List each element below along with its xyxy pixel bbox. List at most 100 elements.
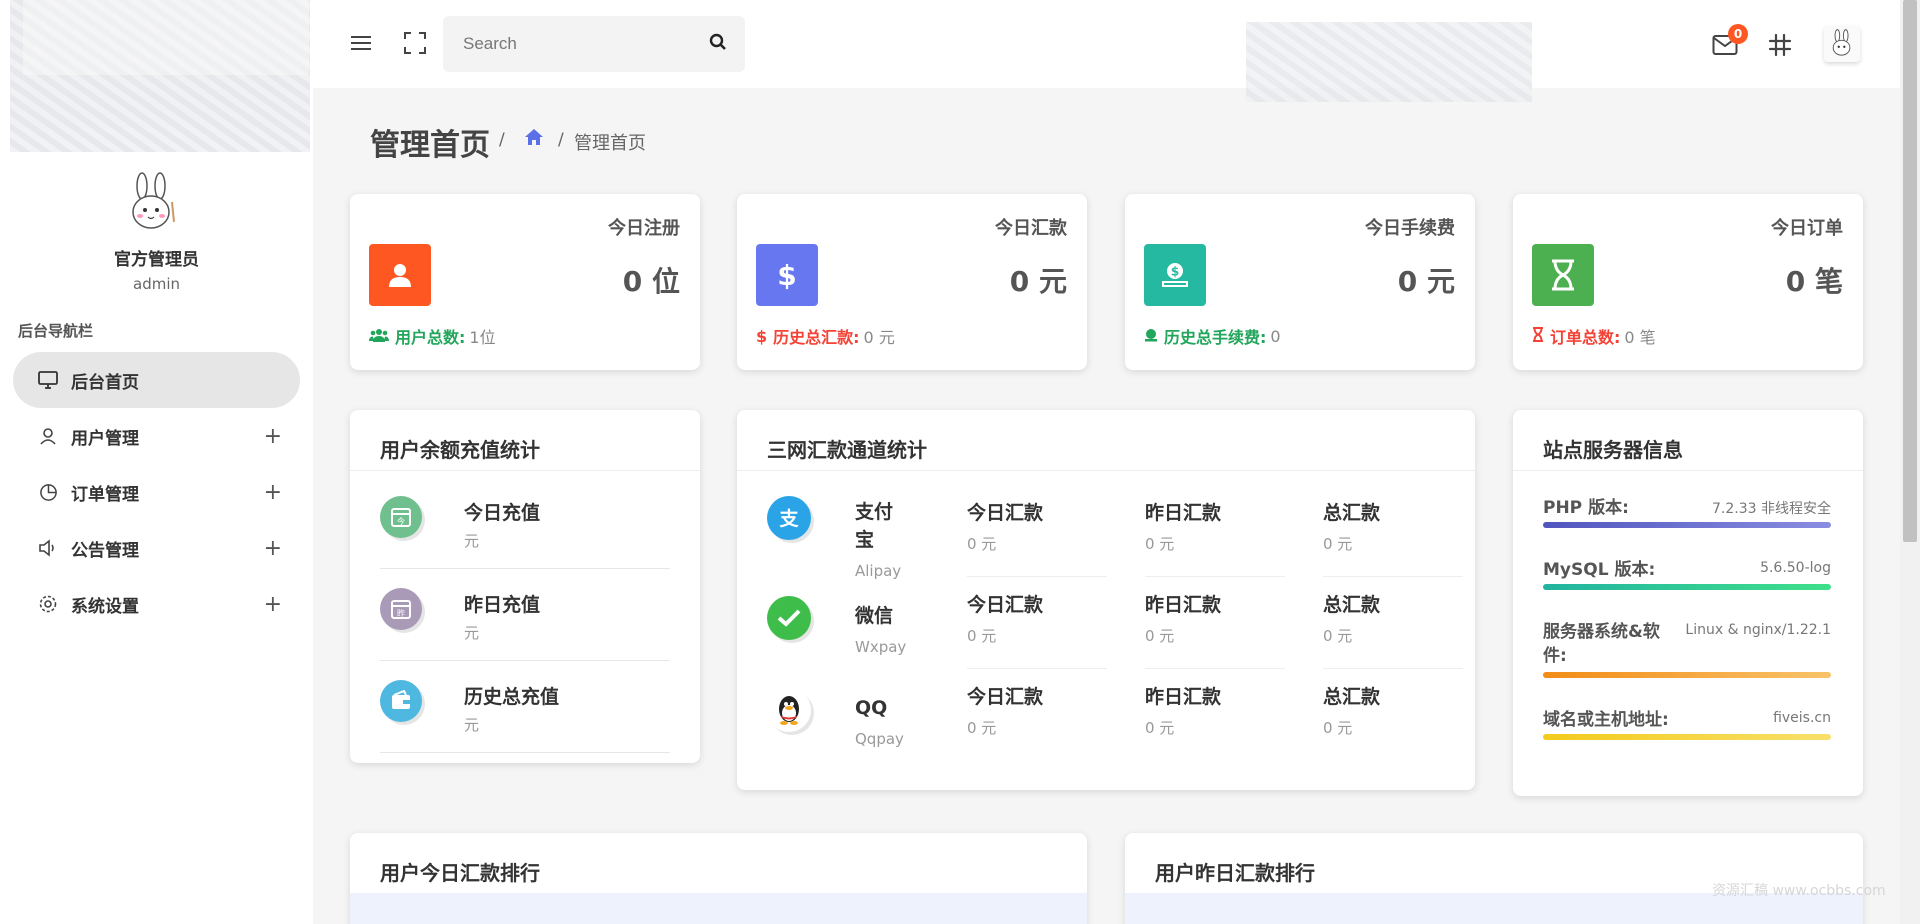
stat-footer: $ 历史总汇款: 0 元	[756, 324, 895, 348]
qq-penguin-icon	[767, 688, 811, 732]
sidebar-item-label: 公告管理	[71, 540, 139, 561]
stat-value: 0 元	[1145, 535, 1175, 553]
scrollbar-thumb[interactable]	[1903, 0, 1917, 542]
page-title: 管理首页	[370, 128, 490, 163]
sidebar-item-announcements[interactable]: 公告管理 +	[13, 520, 300, 576]
speaker-icon	[37, 537, 59, 559]
calendar-badge: 昨	[397, 608, 405, 618]
stat-footer: 订单总数: 0 笔	[1532, 324, 1656, 348]
stat-today: 今日汇款 0 元	[967, 682, 1107, 738]
search-icon[interactable]	[709, 33, 727, 55]
avatar[interactable]	[120, 172, 184, 236]
recharge-unit: 元	[464, 532, 480, 550]
topbar-pattern	[1246, 22, 1532, 102]
stat-value: 0 元	[967, 627, 997, 645]
divider	[737, 470, 1475, 471]
stat-card-registrations: 今日注册 0 位 用户总数: 1位	[350, 194, 700, 370]
stat-label: 总汇款	[1323, 502, 1381, 524]
recharge-panel: 用户余额充值统计 今 今日充值 元 昨 昨日充值 元 历史总充值 元	[350, 410, 700, 763]
sidebar-item-label: 后台首页	[71, 372, 139, 393]
stat-title: 今日汇款	[995, 218, 1067, 239]
divider	[1513, 470, 1863, 471]
sidebar-header-pattern	[10, 0, 310, 152]
stat-value: 0 元	[1397, 265, 1455, 298]
progress-bar	[1543, 584, 1831, 590]
stat-label: 昨日汇款	[1145, 686, 1222, 708]
channels-panel: 三网汇款通道统计 支 支付宝 Alipay 今日汇款 0 元 昨日汇款 0 元 总汇…	[737, 410, 1475, 790]
ranking-yesterday-panel: 用户昨日汇款排行	[1125, 833, 1863, 924]
panel-title: 用户今日汇款排行	[380, 861, 540, 885]
server-value: 7.2.33 非线程安全	[1712, 501, 1831, 517]
stat-label: 昨日汇款	[1145, 502, 1222, 524]
channel-name: QQ	[855, 697, 888, 719]
stat-total: 总汇款 0 元	[1323, 590, 1463, 669]
topbar-avatar[interactable]	[1824, 26, 1860, 62]
home-icon[interactable]	[524, 128, 544, 150]
stat-title: 今日订单	[1771, 218, 1843, 239]
svg-text:$: $	[1171, 265, 1179, 279]
svg-text:支: 支	[778, 508, 799, 530]
stat-footer-value: 0 元	[863, 328, 895, 347]
sidebar-item-orders[interactable]: 订单管理 +	[13, 464, 300, 520]
stat-value: 0 元	[1323, 627, 1353, 645]
stat-footer-value: 1位	[469, 328, 496, 347]
stat-total: 总汇款 0 元	[1323, 498, 1463, 577]
dollar-icon: $	[756, 244, 818, 306]
server-value: Linux & nginx/1.22.1	[1685, 622, 1831, 638]
monitor-icon	[37, 369, 59, 391]
sidebar-item-dashboard[interactable]: 后台首页	[13, 352, 300, 408]
gear-icon	[37, 593, 59, 615]
expand-icon[interactable]: +	[264, 480, 282, 505]
stat-today: 今日汇款 0 元	[967, 498, 1107, 577]
stat-yesterday: 昨日汇款 0 元	[1145, 590, 1285, 669]
divider	[1145, 668, 1285, 669]
search-input[interactable]	[463, 32, 693, 56]
channel-sub: Qqpay	[855, 730, 904, 748]
divider	[1323, 576, 1463, 577]
slack-icon[interactable]	[1767, 32, 1793, 58]
menu-toggle-icon[interactable]	[348, 30, 374, 56]
scrollbar[interactable]	[1900, 0, 1920, 924]
recharge-unit: 元	[464, 624, 480, 642]
watermark: 资源汇稿 www.ocbbs.com	[1712, 883, 1886, 899]
stat-label: 今日汇款	[967, 594, 1044, 616]
breadcrumb-current: 管理首页	[574, 133, 646, 154]
server-label: 服务器系统&软件:	[1543, 622, 1660, 666]
stat-footer-value: 0	[1270, 326, 1281, 346]
server-value: fiveis.cn	[1773, 710, 1831, 726]
user-icon	[369, 244, 431, 306]
channel-name: 支付宝	[855, 501, 894, 551]
stat-card-orders: 今日订单 0 笔 订单总数: 0 笔	[1513, 194, 1863, 370]
stat-footer-label: 历史总手续费:	[1164, 328, 1267, 347]
dollar-icon: $	[756, 326, 768, 346]
stat-footer-label: 订单总数:	[1550, 328, 1621, 347]
mail-badge: 0	[1728, 24, 1748, 44]
expand-icon[interactable]: +	[264, 536, 282, 561]
divider	[380, 660, 670, 661]
list-item: 今 今日充值 元	[380, 496, 670, 588]
fullscreen-icon[interactable]	[402, 30, 428, 56]
channel-row-alipay: 支 支付宝 Alipay 今日汇款 0 元 昨日汇款 0 元 总汇款 0 元	[767, 496, 1463, 588]
breadcrumb-separator: /	[499, 130, 505, 150]
sidebar-item-users[interactable]: 用户管理 +	[13, 408, 300, 464]
sidebar-item-settings[interactable]: 系统设置 +	[13, 576, 300, 632]
sidebar-nav: 后台首页 用户管理 + 订单管理 + 公告管理 + 系统设置 +	[13, 352, 300, 632]
panel-title: 用户昨日汇款排行	[1155, 861, 1315, 885]
stat-footer-label: 用户总数:	[395, 328, 466, 347]
stat-yesterday: 昨日汇款 0 元	[1145, 498, 1285, 577]
panel-title: 站点服务器信息	[1543, 438, 1683, 462]
stat-title: 今日手续费	[1365, 218, 1455, 239]
server-label: 域名或主机地址:	[1543, 710, 1669, 730]
stat-value: 0 笔	[1785, 265, 1843, 298]
stat-total: 总汇款 0 元	[1323, 682, 1463, 738]
channel-sub: Alipay	[855, 562, 902, 580]
stat-footer: 历史总手续费: 0	[1144, 324, 1281, 348]
stat-yesterday: 昨日汇款 0 元	[1145, 682, 1285, 738]
sidebar-item-label: 用户管理	[71, 428, 139, 449]
expand-icon[interactable]: +	[264, 424, 282, 449]
money-hand-icon: $	[1144, 244, 1206, 306]
sidebar-item-label: 系统设置	[71, 596, 139, 617]
expand-icon[interactable]: +	[264, 592, 282, 617]
users-icon	[369, 327, 389, 346]
stat-footer-label: 历史总汇款:	[773, 328, 860, 347]
